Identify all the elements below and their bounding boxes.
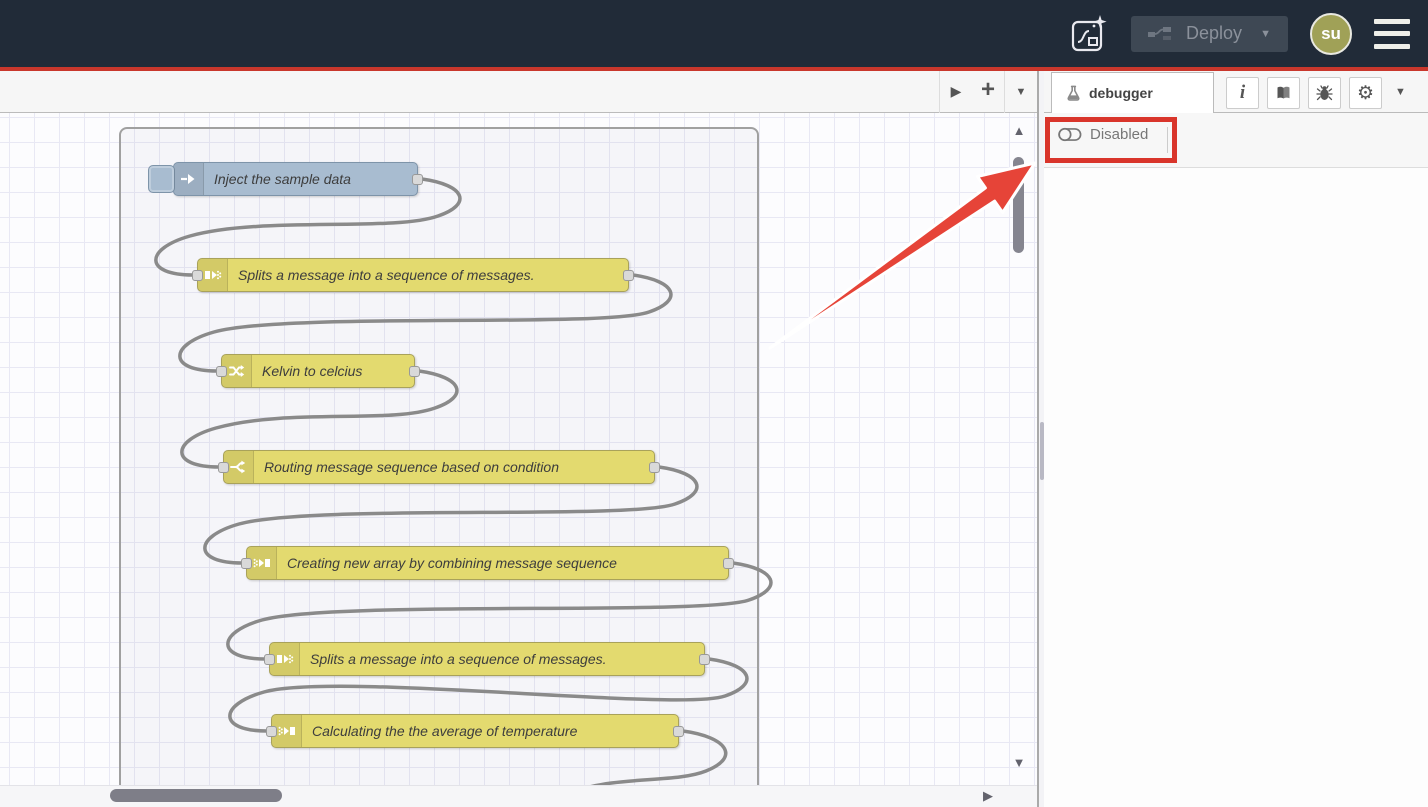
avatar-initials: su (1321, 24, 1341, 44)
user-avatar[interactable]: su (1310, 13, 1352, 55)
tab-debugger-label: debugger (1089, 85, 1153, 101)
workspace: ▶ + ▼ Inject the sample data Splits a mes… (0, 71, 1037, 807)
deploy-dropdown-icon[interactable]: ▼ (1260, 28, 1271, 40)
horizontal-scrollbar-thumb[interactable] (110, 789, 282, 802)
tab-debugger[interactable]: debugger (1051, 72, 1214, 113)
inject-icon (174, 163, 204, 195)
book-icon[interactable] (1267, 77, 1300, 109)
node-label: Kelvin to celcius (262, 355, 406, 387)
node-output-port[interactable] (673, 726, 684, 737)
scroll-up-icon[interactable]: ▲ (1009, 123, 1029, 138)
header: Deploy ▼ su (0, 0, 1428, 67)
node-label: Splits a message into a sequence of mess… (238, 259, 620, 291)
menu-icon[interactable] (1374, 19, 1410, 49)
node-output-port[interactable] (723, 558, 734, 569)
node-input-port[interactable] (216, 366, 227, 377)
toolbar-separator (1167, 127, 1168, 153)
node-label: Creating new array by combining message … (287, 547, 720, 579)
menu-bar (1374, 31, 1410, 36)
node-label: Routing message sequence based on condit… (264, 451, 646, 483)
node-output-port[interactable] (409, 366, 420, 377)
menu-bar (1374, 44, 1410, 49)
sidebar-tabs-dropdown-icon[interactable]: ▼ (1395, 86, 1406, 98)
toggle-off-icon (1058, 126, 1082, 143)
node-label: Splits a message into a sequence of mess… (310, 643, 696, 675)
flow-node-join[interactable]: Creating new array by combining message … (246, 546, 729, 580)
sidebar-splitter[interactable] (1037, 71, 1044, 807)
node-input-port[interactable] (241, 558, 252, 569)
flow-canvas[interactable]: Inject the sample data Splits a message i… (0, 113, 1037, 785)
debug-disabled-toggle[interactable]: Disabled (1058, 126, 1148, 143)
node-red-app: Deploy ▼ su ▶ + ▼ Inject the sample d (0, 0, 1428, 807)
info-icon[interactable]: i (1226, 77, 1259, 109)
node-output-port[interactable] (412, 174, 423, 185)
node-input-port[interactable] (266, 726, 277, 737)
flask-icon (1066, 85, 1081, 102)
node-input-port[interactable] (264, 654, 275, 665)
scroll-tabs-right-icon[interactable]: ▶ (940, 71, 972, 113)
horizontal-scrollbar[interactable]: ▶ (0, 785, 1037, 807)
sidebar: debugger i (1044, 71, 1428, 807)
flow-node-join[interactable]: Calculating the the average of temperatu… (271, 714, 679, 748)
vertical-scrollbar-thumb[interactable] (1013, 157, 1024, 253)
node-label: Inject the sample data (214, 163, 409, 195)
nodes-layer: Inject the sample data Splits a message i… (0, 113, 1037, 785)
deploy-label: Deploy (1186, 23, 1242, 44)
node-input-port[interactable] (192, 270, 203, 281)
flow-node-switch[interactable]: Routing message sequence based on condit… (223, 450, 655, 484)
deploy-button[interactable]: Deploy ▼ (1131, 16, 1288, 52)
node-input-port[interactable] (218, 462, 229, 473)
ai-flow-icon[interactable] (1069, 13, 1109, 55)
bug-icon[interactable] (1308, 77, 1341, 109)
menu-bar (1374, 19, 1410, 24)
node-label: Calculating the the average of temperatu… (312, 715, 670, 747)
debug-toolbar: Disabled (1044, 113, 1428, 168)
node-output-port[interactable] (699, 654, 710, 665)
flow-node-inject[interactable]: Inject the sample data (173, 162, 418, 196)
deploy-icon (1148, 26, 1174, 41)
flow-list-icon[interactable]: ▼ (1005, 71, 1037, 113)
main-area: ▶ + ▼ Inject the sample data Splits a mes… (0, 71, 1428, 807)
node-output-port[interactable] (649, 462, 660, 473)
scroll-right-arrow-icon[interactable]: ▶ (983, 788, 993, 804)
flow-node-split[interactable]: Splits a message into a sequence of mess… (269, 642, 705, 676)
gear-icon[interactable]: ⚙ (1349, 77, 1382, 109)
scroll-down-icon[interactable]: ▼ (1009, 755, 1029, 770)
flow-node-split[interactable]: Splits a message into a sequence of mess… (197, 258, 629, 292)
inject-trigger-button[interactable] (148, 165, 175, 193)
flow-node-change[interactable]: Kelvin to celcius (221, 354, 415, 388)
sidebar-tabbar: debugger i (1044, 71, 1428, 113)
disabled-label: Disabled (1090, 126, 1148, 143)
flow-tabbar: ▶ + ▼ (0, 71, 1037, 113)
debug-messages-panel (1044, 168, 1428, 807)
node-output-port[interactable] (623, 270, 634, 281)
add-flow-button[interactable]: + (972, 71, 1004, 113)
